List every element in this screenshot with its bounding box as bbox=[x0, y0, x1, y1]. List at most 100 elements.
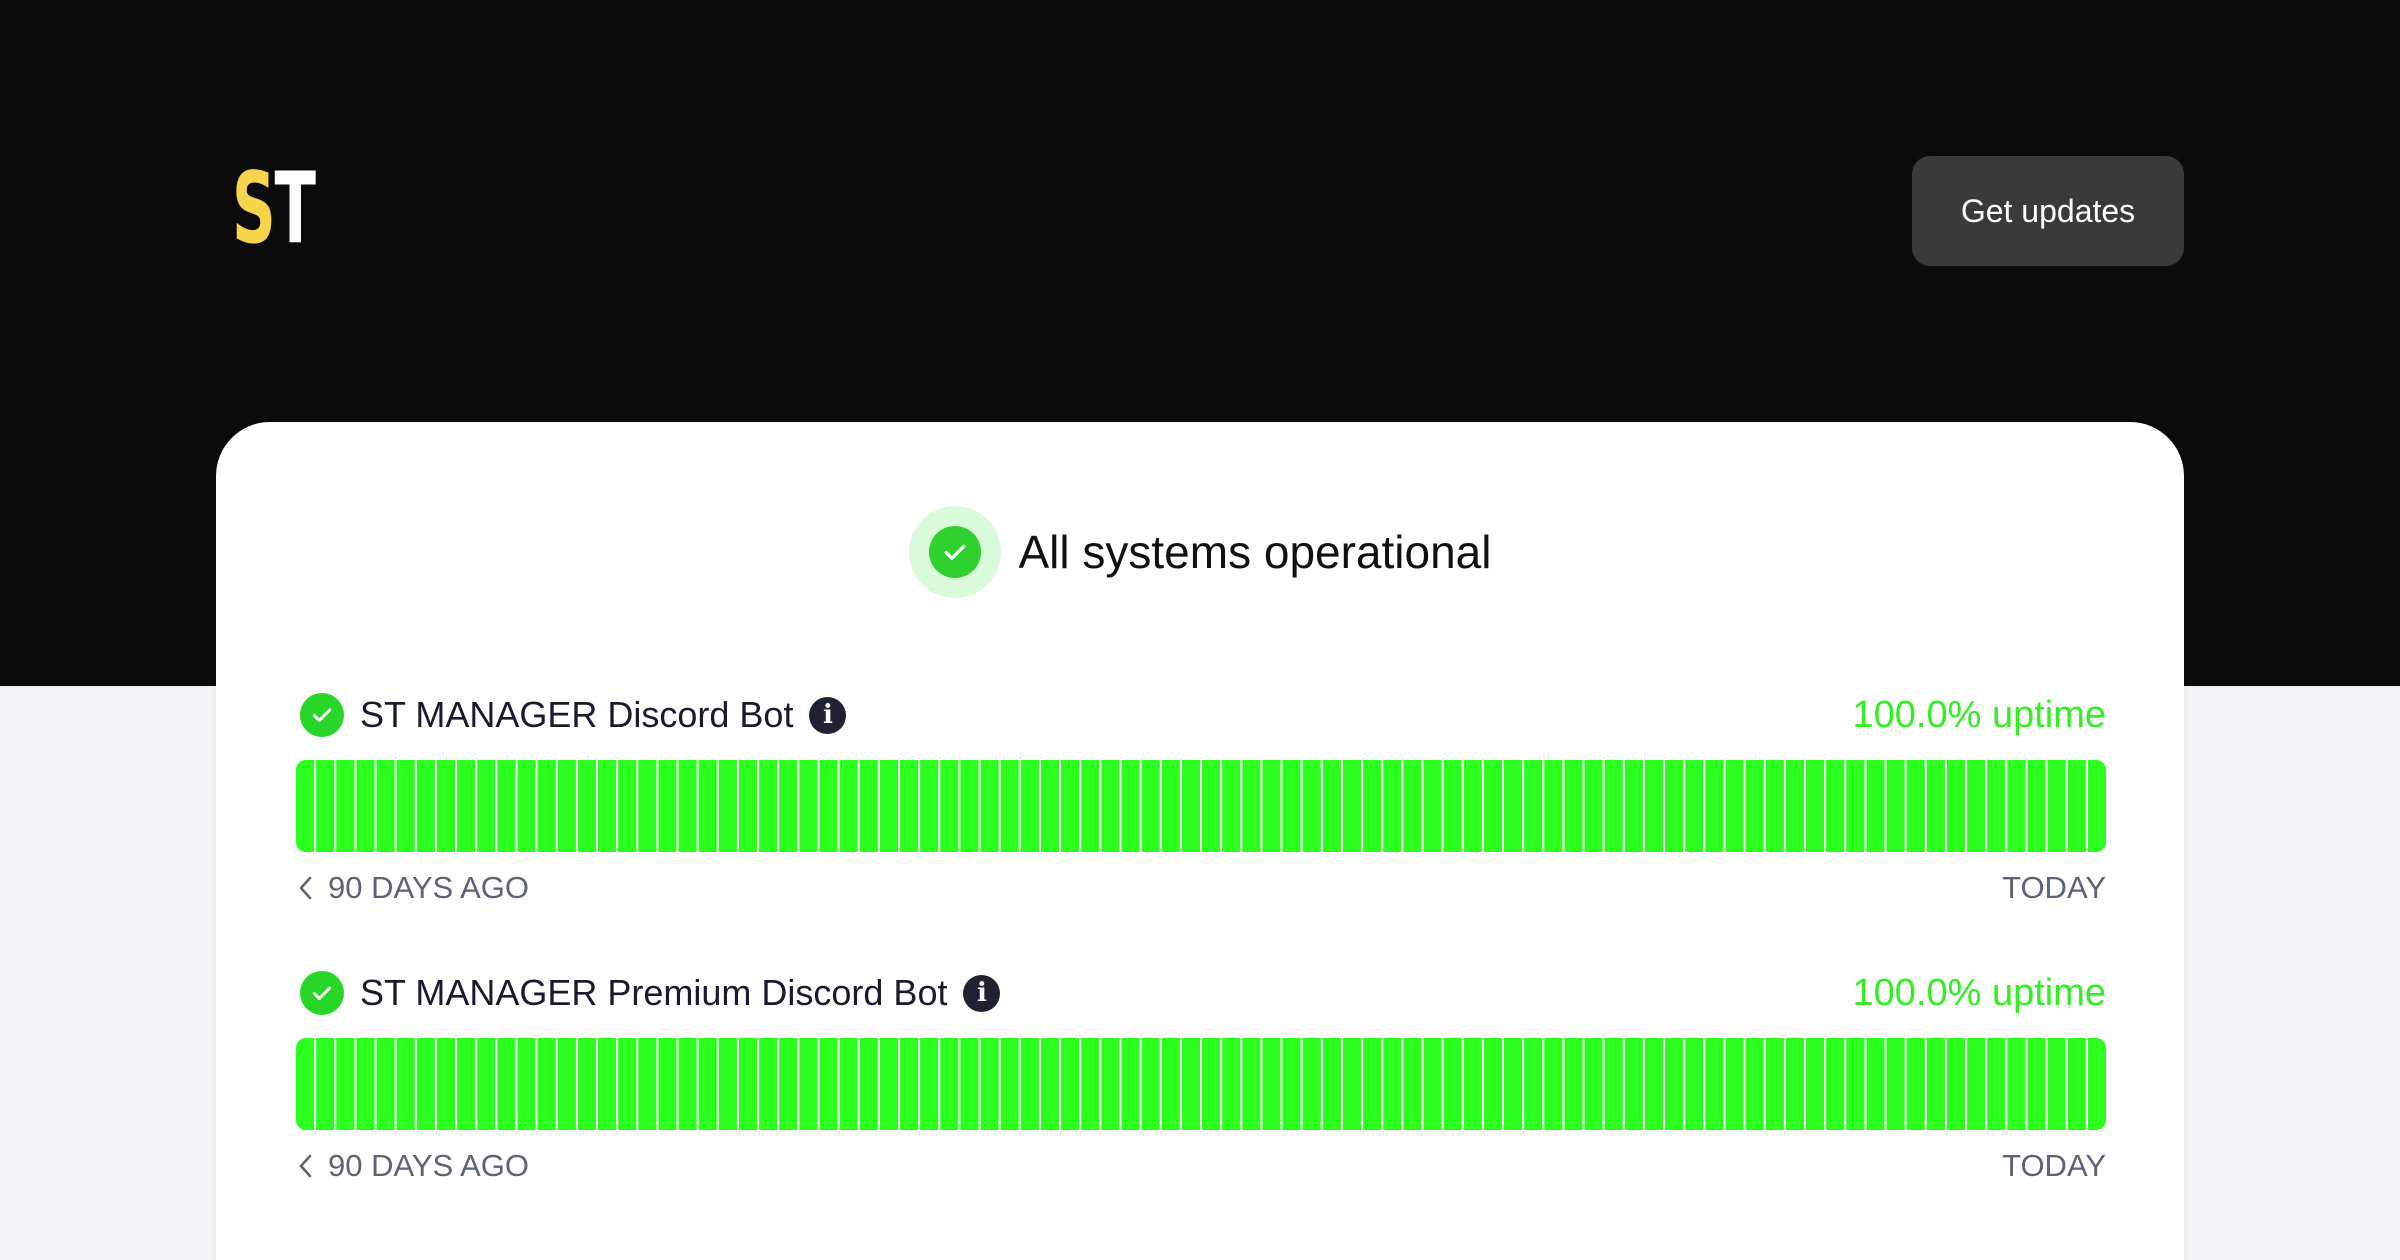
uptime-day-segment[interactable] bbox=[1564, 760, 1583, 852]
uptime-day-segment[interactable] bbox=[376, 760, 395, 852]
uptime-day-segment[interactable] bbox=[1443, 760, 1462, 852]
uptime-day-segment[interactable] bbox=[779, 760, 798, 852]
uptime-day-segment[interactable] bbox=[457, 760, 476, 852]
uptime-day-segment[interactable] bbox=[638, 1038, 657, 1130]
uptime-day-segment[interactable] bbox=[799, 1038, 818, 1130]
uptime-day-segment[interactable] bbox=[436, 760, 456, 852]
uptime-day-segment[interactable] bbox=[1161, 760, 1180, 852]
uptime-day-segment[interactable] bbox=[1040, 1038, 1060, 1130]
uptime-day-segment[interactable] bbox=[1383, 1038, 1402, 1130]
uptime-day-segment[interactable] bbox=[1322, 760, 1341, 852]
uptime-day-segment[interactable] bbox=[1866, 760, 1885, 852]
uptime-day-segment[interactable] bbox=[1685, 1038, 1704, 1130]
uptime-day-segment[interactable] bbox=[1906, 1038, 1925, 1130]
uptime-day-segment[interactable] bbox=[477, 760, 496, 852]
uptime-day-segment[interactable] bbox=[960, 1038, 979, 1130]
uptime-day-segment[interactable] bbox=[1423, 760, 1442, 852]
uptime-day-segment[interactable] bbox=[879, 760, 898, 852]
uptime-day-segment[interactable] bbox=[698, 1038, 717, 1130]
uptime-day-segment[interactable] bbox=[1765, 1038, 1784, 1130]
uptime-day-segment[interactable] bbox=[1946, 1038, 1966, 1130]
uptime-day-segment[interactable] bbox=[1222, 1038, 1241, 1130]
uptime-day-segment[interactable] bbox=[1544, 1038, 1563, 1130]
uptime-day-segment[interactable] bbox=[557, 760, 576, 852]
uptime-day-segment[interactable] bbox=[1644, 760, 1664, 852]
uptime-day-segment[interactable] bbox=[960, 760, 979, 852]
uptime-day-segment[interactable] bbox=[2067, 760, 2086, 852]
uptime-day-segment[interactable] bbox=[1725, 760, 1744, 852]
uptime-day-segment[interactable] bbox=[296, 760, 315, 852]
uptime-day-segment[interactable] bbox=[1926, 760, 1945, 852]
uptime-day-segment[interactable] bbox=[1141, 760, 1160, 852]
uptime-day-segment[interactable] bbox=[1040, 760, 1060, 852]
uptime-day-segment[interactable] bbox=[980, 760, 999, 852]
uptime-day-segment[interactable] bbox=[1665, 760, 1684, 852]
uptime-day-segment[interactable] bbox=[1806, 760, 1825, 852]
uptime-day-segment[interactable] bbox=[839, 1038, 858, 1130]
uptime-day-segment[interactable] bbox=[879, 1038, 898, 1130]
uptime-day-segment[interactable] bbox=[920, 760, 939, 852]
uptime-day-segment[interactable] bbox=[1644, 1038, 1664, 1130]
uptime-day-segment[interactable] bbox=[497, 760, 516, 852]
uptime-day-segment[interactable] bbox=[980, 1038, 999, 1130]
uptime-day-segment[interactable] bbox=[1685, 760, 1704, 852]
uptime-day-segment[interactable] bbox=[819, 760, 838, 852]
uptime-day-segment[interactable] bbox=[1061, 760, 1080, 852]
uptime-day-segment[interactable] bbox=[1020, 1038, 1039, 1130]
uptime-day-segment[interactable] bbox=[1101, 1038, 1120, 1130]
uptime-day-segment[interactable] bbox=[1544, 760, 1563, 852]
uptime-day-segment[interactable] bbox=[1886, 760, 1905, 852]
uptime-day-segment[interactable] bbox=[1101, 760, 1120, 852]
uptime-day-segment[interactable] bbox=[537, 760, 556, 852]
uptime-day-segment[interactable] bbox=[1302, 760, 1321, 852]
uptime-day-segment[interactable] bbox=[477, 1038, 496, 1130]
uptime-day-segment[interactable] bbox=[1302, 1038, 1321, 1130]
uptime-day-segment[interactable] bbox=[1483, 1038, 1502, 1130]
uptime-day-segment[interactable] bbox=[436, 1038, 456, 1130]
uptime-day-segment[interactable] bbox=[1363, 760, 1382, 852]
uptime-day-segment[interactable] bbox=[1987, 760, 2006, 852]
uptime-day-segment[interactable] bbox=[316, 760, 335, 852]
uptime-day-segment[interactable] bbox=[316, 1038, 335, 1130]
uptime-day-segment[interactable] bbox=[618, 1038, 637, 1130]
get-updates-button[interactable]: Get updates bbox=[1912, 156, 2184, 266]
uptime-day-segment[interactable] bbox=[336, 760, 355, 852]
uptime-day-segment[interactable] bbox=[1906, 760, 1925, 852]
uptime-day-segment[interactable] bbox=[698, 760, 717, 852]
uptime-day-segment[interactable] bbox=[1987, 1038, 2006, 1130]
uptime-day-segment[interactable] bbox=[2087, 760, 2106, 852]
logo[interactable]: ST bbox=[232, 160, 316, 258]
uptime-day-segment[interactable] bbox=[718, 1038, 737, 1130]
uptime-day-segment[interactable] bbox=[1423, 1038, 1442, 1130]
uptime-day-segment[interactable] bbox=[1524, 1038, 1543, 1130]
uptime-day-segment[interactable] bbox=[819, 1038, 838, 1130]
uptime-day-segment[interactable] bbox=[2067, 1038, 2086, 1130]
uptime-day-segment[interactable] bbox=[577, 1038, 596, 1130]
uptime-day-segment[interactable] bbox=[1785, 760, 1804, 852]
uptime-day-segment[interactable] bbox=[940, 760, 959, 852]
uptime-day-segment[interactable] bbox=[1785, 1038, 1804, 1130]
uptime-day-segment[interactable] bbox=[2047, 1038, 2066, 1130]
uptime-day-segment[interactable] bbox=[1826, 1038, 1845, 1130]
uptime-day-segment[interactable] bbox=[1584, 760, 1603, 852]
uptime-day-segment[interactable] bbox=[678, 760, 697, 852]
uptime-day-segment[interactable] bbox=[517, 760, 536, 852]
uptime-day-segment[interactable] bbox=[1061, 1038, 1080, 1130]
uptime-day-segment[interactable] bbox=[1967, 760, 1986, 852]
uptime-day-segment[interactable] bbox=[2047, 760, 2066, 852]
uptime-day-segment[interactable] bbox=[1463, 1038, 1482, 1130]
uptime-day-segment[interactable] bbox=[1121, 1038, 1140, 1130]
uptime-day-segment[interactable] bbox=[1564, 1038, 1583, 1130]
uptime-day-segment[interactable] bbox=[1322, 1038, 1341, 1130]
uptime-day-segment[interactable] bbox=[859, 1038, 878, 1130]
uptime-day-segment[interactable] bbox=[497, 1038, 516, 1130]
uptime-day-segment[interactable] bbox=[1181, 1038, 1200, 1130]
uptime-day-segment[interactable] bbox=[1967, 1038, 1986, 1130]
uptime-day-segment[interactable] bbox=[1826, 760, 1845, 852]
uptime-day-segment[interactable] bbox=[859, 760, 878, 852]
uptime-day-segment[interactable] bbox=[1403, 760, 1422, 852]
uptime-day-segment[interactable] bbox=[658, 1038, 677, 1130]
uptime-day-segment[interactable] bbox=[1725, 1038, 1744, 1130]
uptime-day-segment[interactable] bbox=[1141, 1038, 1160, 1130]
uptime-day-segment[interactable] bbox=[638, 760, 657, 852]
